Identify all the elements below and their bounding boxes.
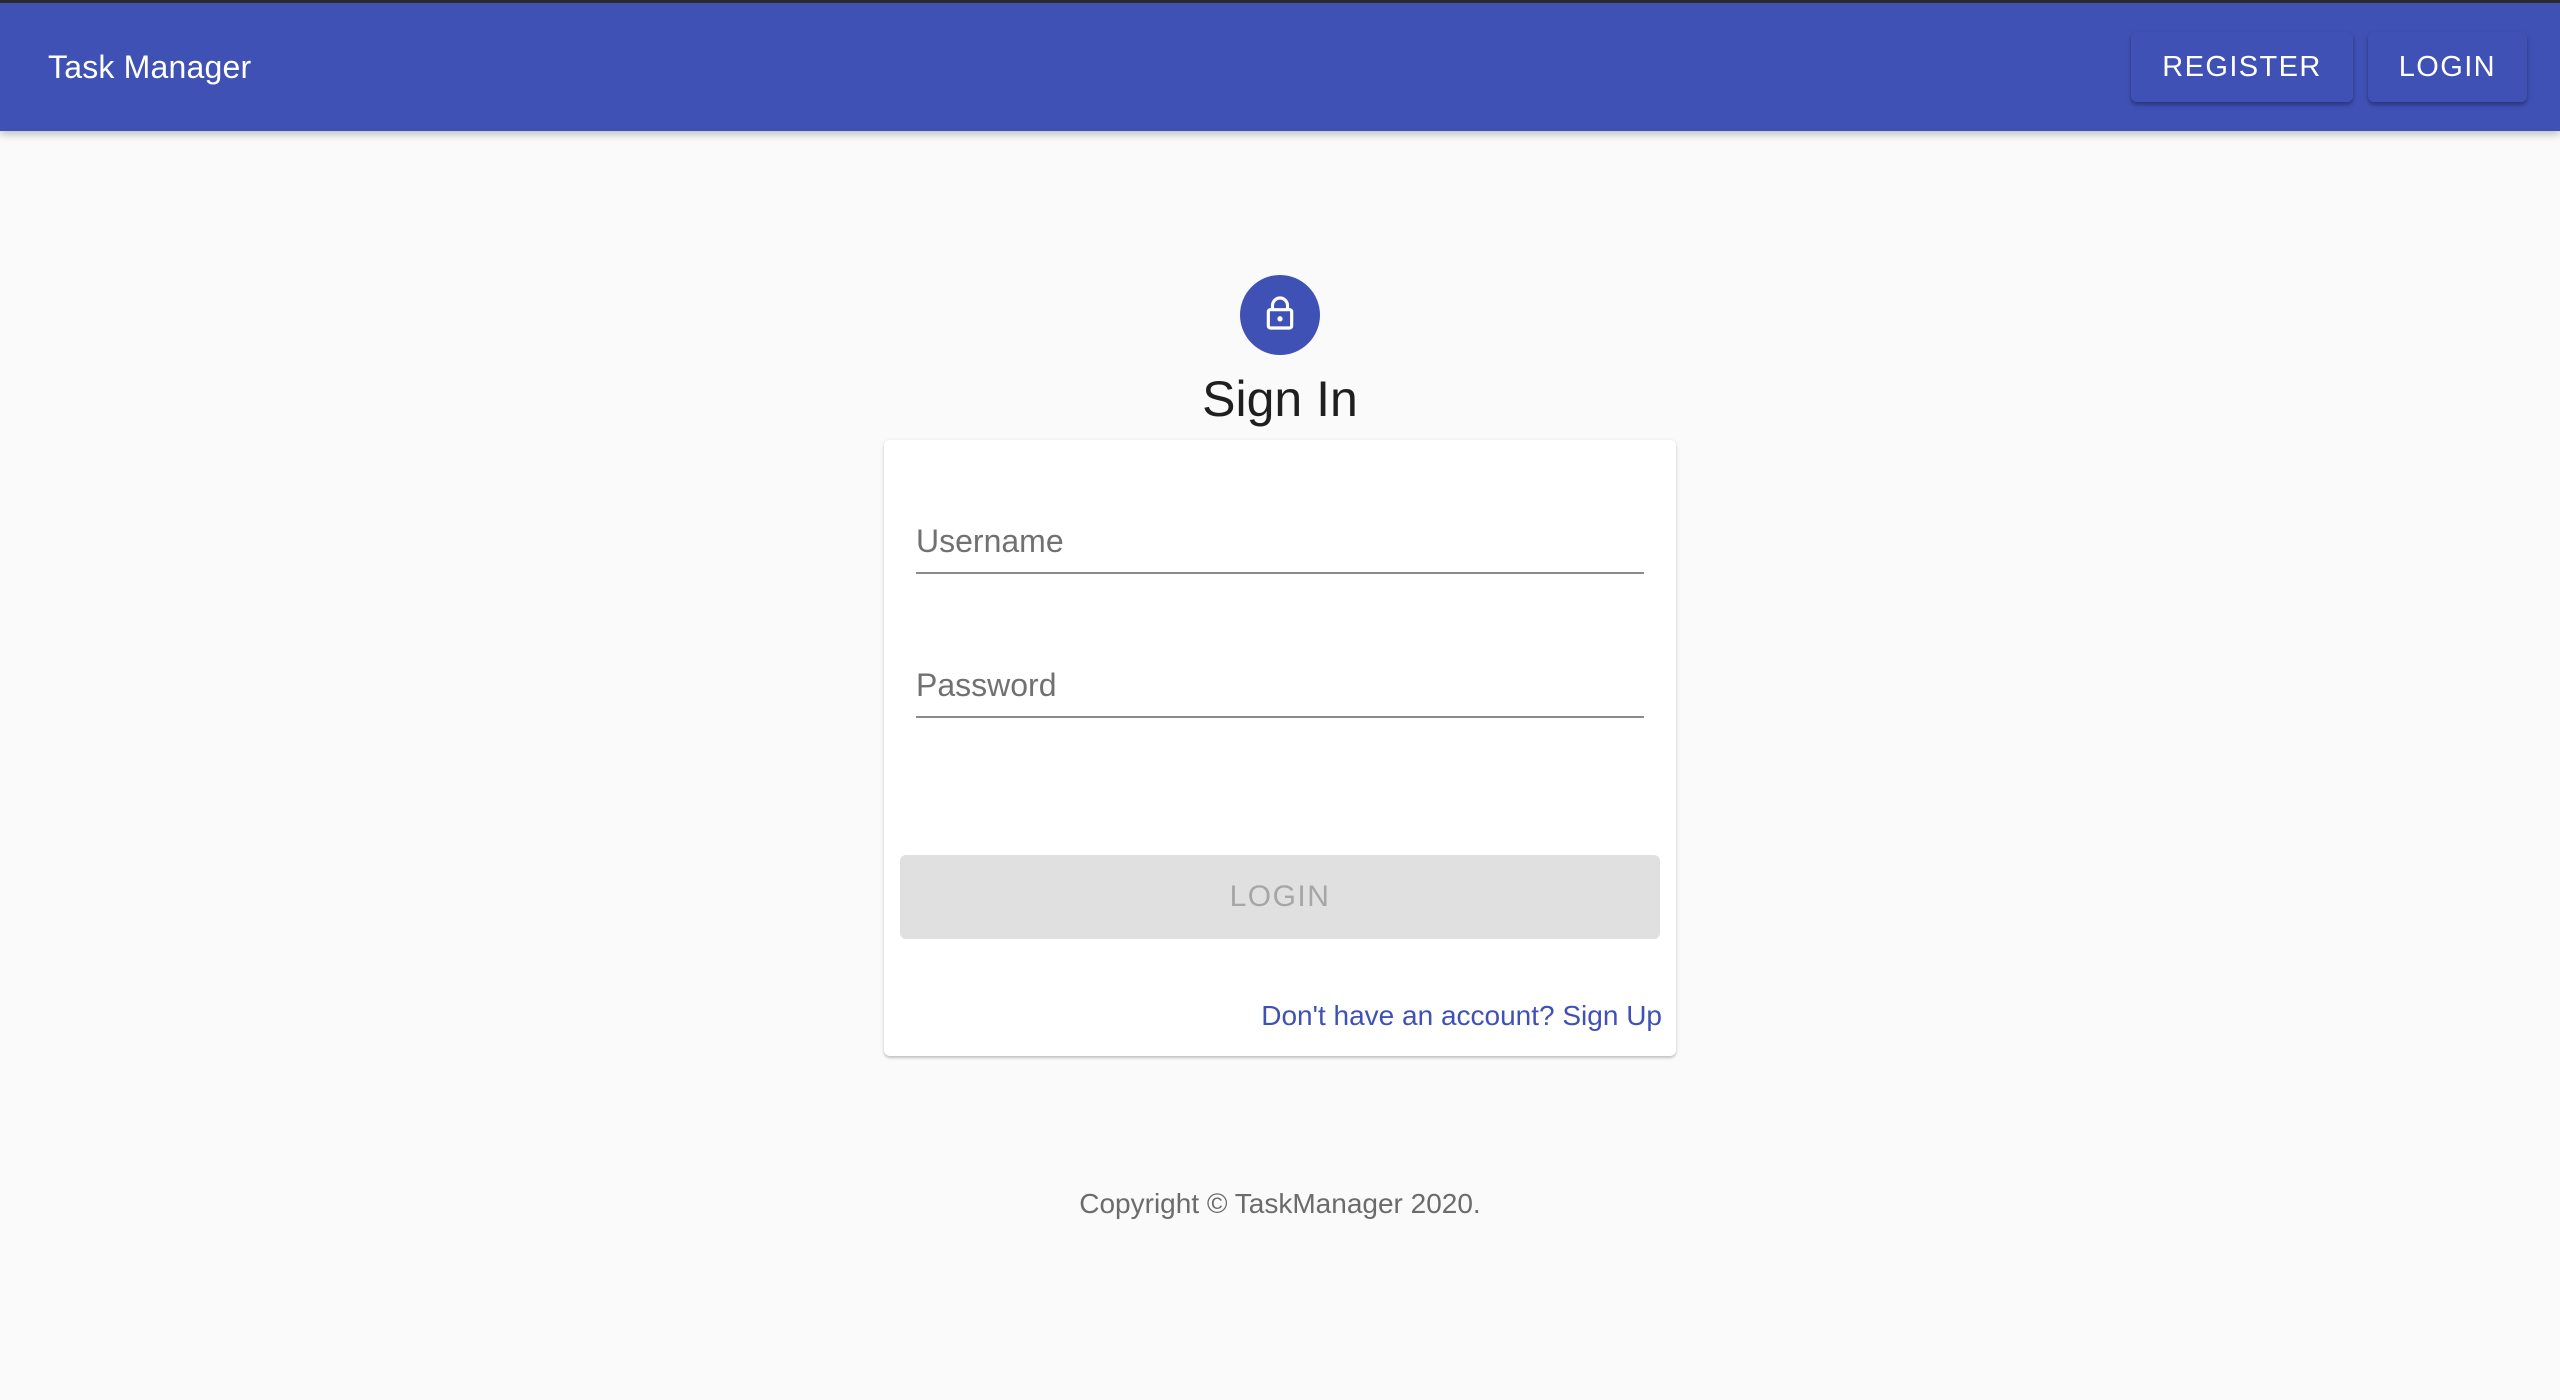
username-field-container bbox=[916, 514, 1644, 574]
lock-icon bbox=[1260, 293, 1300, 338]
password-input[interactable] bbox=[916, 667, 1644, 704]
avatar bbox=[1240, 275, 1320, 355]
sign-in-card: LOGIN Don't have an account? Sign Up bbox=[884, 440, 1676, 1056]
register-button[interactable]: REGISTER bbox=[2131, 32, 2353, 102]
password-field-container bbox=[916, 658, 1644, 718]
username-input[interactable] bbox=[916, 523, 1644, 560]
app-bar: Task Manager REGISTER LOGIN bbox=[0, 0, 2560, 131]
copyright-text: Copyright © TaskManager 2020. bbox=[1079, 1188, 1481, 1219]
sign-up-link[interactable]: Don't have an account? Sign Up bbox=[1261, 1000, 1662, 1032]
page-title: Sign In bbox=[1202, 371, 1358, 427]
app-title: Task Manager bbox=[48, 48, 252, 85]
nav-actions: REGISTER LOGIN bbox=[2131, 32, 2527, 102]
login-submit-button[interactable]: LOGIN bbox=[900, 855, 1660, 939]
sign-in-page: Sign In LOGIN Don't have an account? Sig… bbox=[0, 131, 2560, 1220]
login-nav-button[interactable]: LOGIN bbox=[2367, 32, 2527, 102]
